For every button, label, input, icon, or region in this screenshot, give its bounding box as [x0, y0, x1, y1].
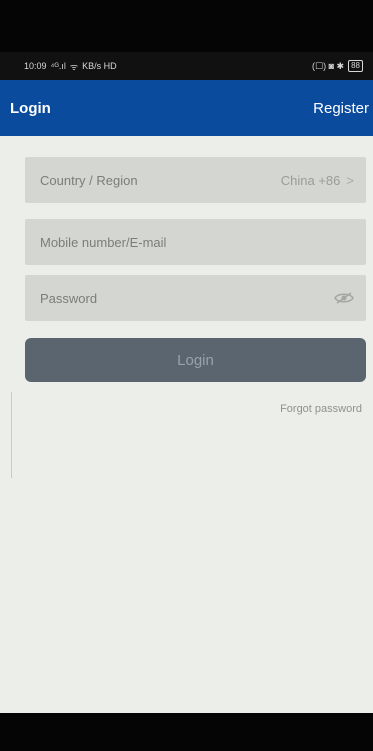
mobile-email-field-container — [25, 219, 366, 265]
status-bar: 10:09 ⁴ᴳ.ıl ᯤ KB/s HD (☐) ◙ ✱ 88 — [0, 52, 373, 80]
country-value: China +86 > — [281, 173, 354, 188]
page-title: Login — [10, 99, 51, 117]
eye-hidden-icon[interactable] — [334, 291, 354, 305]
register-link[interactable]: Register — [313, 100, 369, 117]
bottom-black-bar — [0, 713, 373, 751]
password-field-container — [25, 275, 366, 321]
scroll-indicator — [11, 392, 12, 478]
mobile-email-input[interactable] — [40, 234, 354, 250]
battery-icon: 88 — [348, 60, 363, 72]
network-speed: KB/s HD — [82, 61, 117, 71]
status-right: (☐) ◙ ✱ 88 — [312, 60, 363, 72]
signal-icon: ⁴ᴳ.ıl — [50, 61, 66, 71]
country-region-label: Country / Region — [40, 172, 138, 188]
status-time: 10:09 — [24, 61, 47, 71]
login-content: Country / Region China +86 > Login Forgo… — [0, 136, 373, 713]
country-region-selector[interactable]: Country / Region China +86 > — [25, 157, 366, 203]
forgot-password-link[interactable]: Forgot password — [280, 403, 362, 415]
login-button[interactable]: Login — [25, 338, 366, 382]
password-input[interactable] — [40, 290, 334, 306]
top-black-bar — [0, 0, 373, 52]
status-left: 10:09 ⁴ᴳ.ıl ᯤ KB/s HD — [24, 60, 117, 73]
chevron-right-icon: > — [346, 172, 354, 188]
wifi-icon: ᯤ — [69, 61, 79, 72]
app-bar: Login Register — [0, 80, 373, 136]
status-icons: (☐) ◙ ✱ — [312, 60, 345, 71]
country-code-value: China +86 — [280, 172, 341, 188]
